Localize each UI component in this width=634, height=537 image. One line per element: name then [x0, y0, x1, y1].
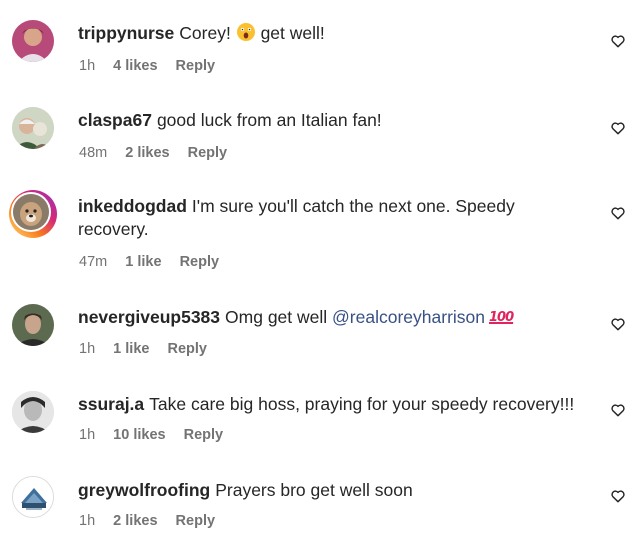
comment-meta: 1h 1 like Reply — [79, 340, 221, 358]
comment-likes[interactable]: 1 like — [125, 254, 161, 270]
avatar-image — [12, 304, 54, 346]
heart-icon[interactable] — [610, 488, 626, 504]
comment-username[interactable]: trippynurse — [78, 23, 174, 43]
avatar-image — [13, 194, 49, 230]
comment-body-continued: get well! — [260, 23, 325, 43]
avatar[interactable] — [12, 391, 54, 433]
avatar-story-ring[interactable] — [9, 190, 57, 238]
comment-meta: 1h 10 likes Reply — [79, 426, 237, 444]
comment-text: claspa67 good luck from an Italian fan! — [78, 109, 588, 132]
avatar-image — [13, 477, 53, 517]
comment-body: Prayers bro get well soon — [215, 480, 413, 500]
heart-icon[interactable] — [610, 33, 626, 49]
comment-body: Take care big hoss, praying for your spe… — [149, 394, 575, 414]
avatar[interactable] — [12, 107, 54, 149]
comment-text: trippynurse Corey! get well! — [78, 22, 588, 45]
comment-time: 1h — [79, 341, 96, 357]
comment-time: 1h — [79, 513, 96, 529]
heart-icon[interactable] — [610, 402, 626, 418]
comment-meta: 48m 2 likes Reply — [79, 144, 241, 162]
comment-username[interactable]: nevergiveup5383 — [78, 307, 220, 327]
comment-likes[interactable]: 10 likes — [113, 427, 165, 443]
comment-time: 1h — [79, 427, 96, 443]
comment-text: greywolfroofing Prayers bro get well soon — [78, 479, 588, 502]
mention-link[interactable]: @realcoreyharrison — [332, 307, 485, 327]
reply-button[interactable]: Reply — [188, 145, 228, 161]
comment-time: 48m — [79, 145, 108, 161]
avatar[interactable] — [12, 304, 54, 346]
reply-button[interactable]: Reply — [176, 58, 216, 74]
comment-username[interactable]: ssuraj.a — [78, 394, 144, 414]
heart-icon[interactable] — [610, 120, 626, 136]
comment-body: Omg get well — [225, 307, 328, 327]
comment-username[interactable]: inkeddogdad — [78, 196, 187, 216]
avatar-image — [12, 391, 54, 433]
reply-button[interactable]: Reply — [184, 427, 224, 443]
comment-meta: 1h 2 likes Reply — [79, 512, 229, 530]
comment-meta: 1h 4 likes Reply — [79, 57, 229, 75]
reply-button[interactable]: Reply — [180, 254, 220, 270]
comment-username[interactable]: greywolfroofing — [78, 480, 210, 500]
comment-time: 47m — [79, 254, 108, 270]
comment-body: Corey! — [179, 23, 231, 43]
comment-time: 1h — [79, 58, 96, 74]
avatar — [11, 192, 51, 232]
heart-icon[interactable] — [610, 316, 626, 332]
comment-body: good luck from an Italian fan! — [156, 110, 382, 130]
comment-text: inkeddogdad I'm sure you'll catch the nex… — [78, 195, 558, 241]
comment-likes[interactable]: 2 likes — [113, 513, 157, 529]
comment-likes[interactable]: 4 likes — [113, 58, 157, 74]
comment-meta: 47m 1 like Reply — [79, 253, 233, 271]
reply-button[interactable]: Reply — [167, 341, 207, 357]
comment-likes[interactable]: 2 likes — [125, 145, 169, 161]
astonished-face-icon — [236, 23, 255, 41]
comment-text: ssuraj.a Take care big hoss, praying for … — [78, 393, 598, 416]
avatar[interactable] — [12, 20, 54, 62]
comment-text: nevergiveup5383 Omg get well @realcoreyha… — [78, 306, 588, 329]
avatar-image — [12, 107, 54, 149]
reply-button[interactable]: Reply — [176, 513, 216, 529]
avatar-image — [12, 20, 54, 62]
comment-likes[interactable]: 1 like — [113, 341, 149, 357]
hundred-points-icon: 100 — [489, 310, 514, 325]
heart-icon[interactable] — [610, 205, 626, 221]
avatar[interactable] — [12, 476, 54, 518]
comment-username[interactable]: claspa67 — [78, 110, 152, 130]
comment-list: trippynurse Corey! get well! 1h 4 likes R… — [0, 0, 634, 537]
